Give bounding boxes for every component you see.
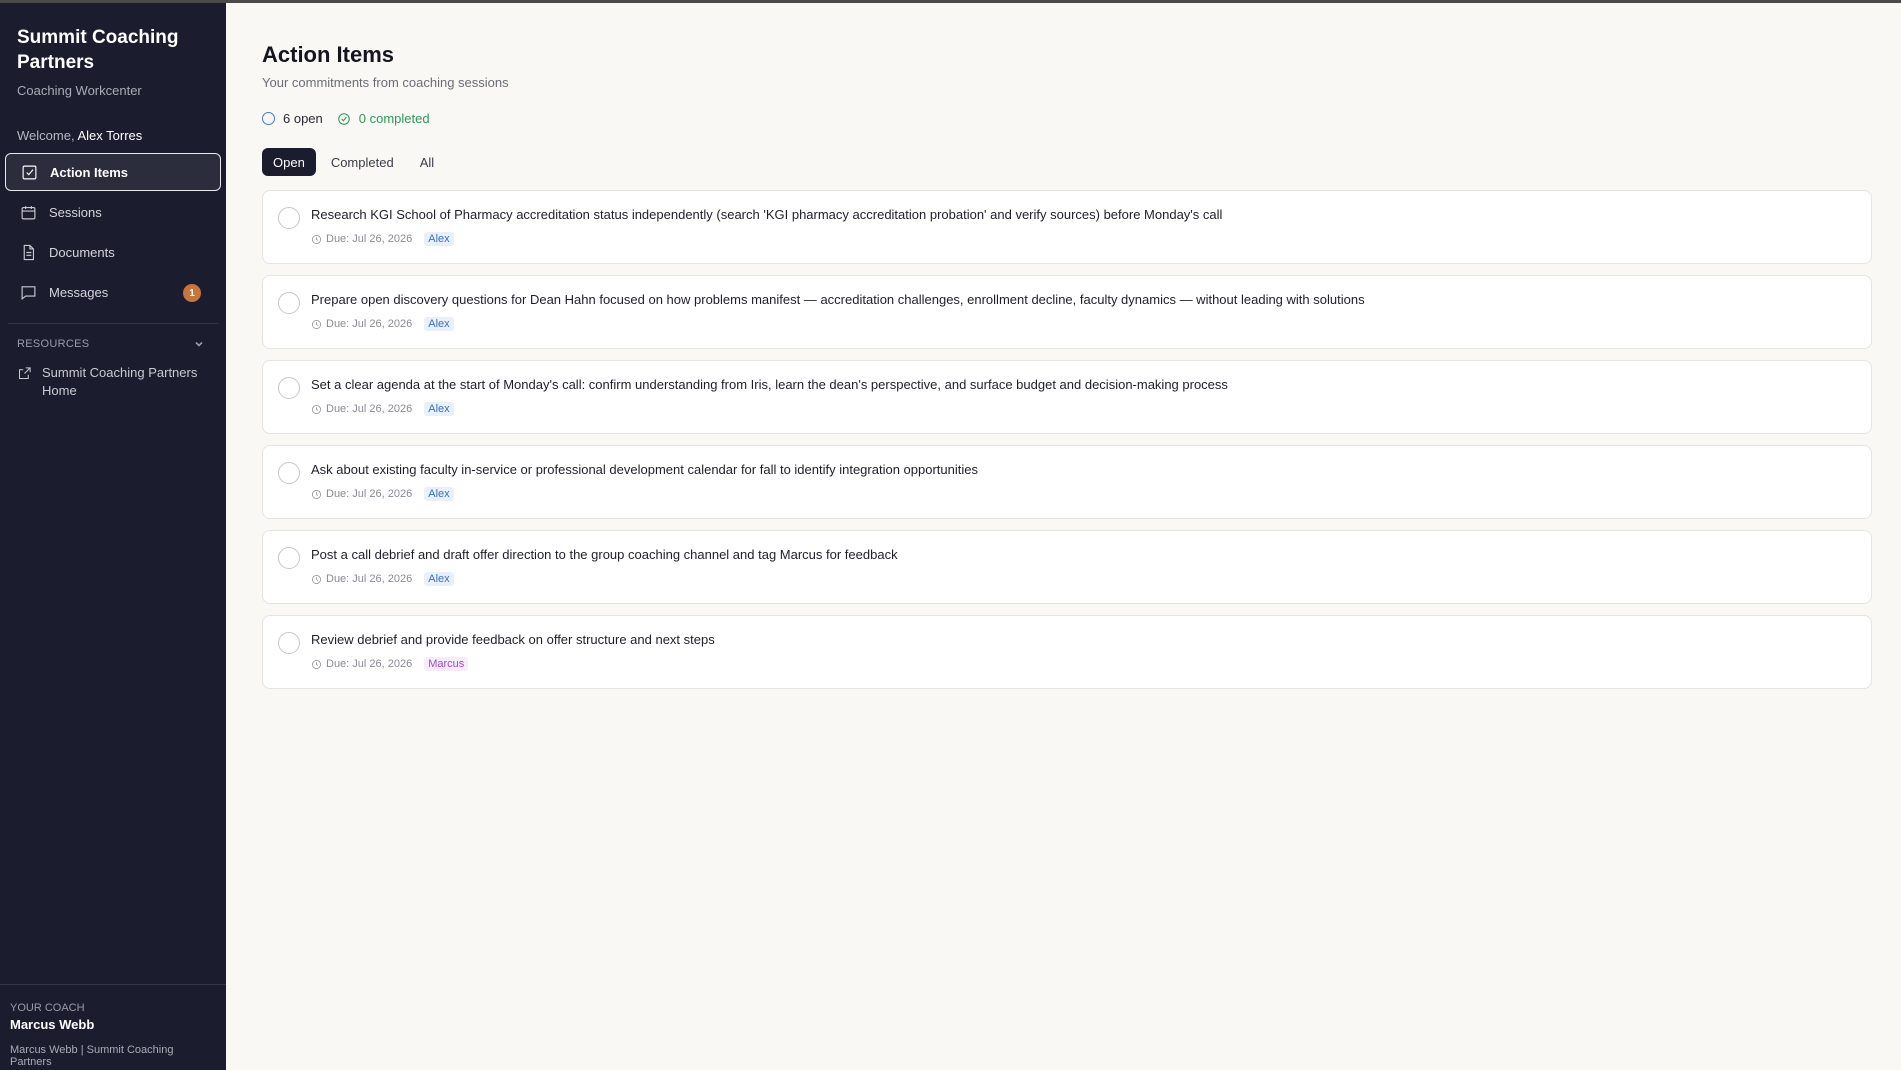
resources-header[interactable]: RESOURCES [0,324,226,350]
complete-checkbox[interactable] [278,632,300,654]
owner-tag: Alex [424,232,454,246]
action-item: Set a clear agenda at the start of Monda… [262,360,1872,434]
clock-icon [312,234,321,244]
due-date: Due: Jul 26, 2026 [326,573,413,585]
owner-tag: Marcus [424,657,469,671]
unread-badge: 1 [183,284,201,302]
brand: Summit Coaching Partners Coaching Workce… [0,3,226,98]
brand-subtitle: Coaching Workcenter [17,83,142,98]
action-item-meta: Due: Jul 26, 2026 Alex [311,402,454,416]
owner-tag: Alex [424,402,454,416]
coach-label: YOUR COACH [10,1002,85,1014]
tab-completed[interactable]: Completed [320,148,405,176]
owner-tag: Alex [424,572,454,586]
action-item-text: Prepare open discovery questions for Dea… [311,292,1365,307]
sidebar-nav: Action Items Sessions Documents Messages… [0,153,226,311]
coach-name: Marcus Webb [10,1017,95,1032]
completed-count: 0 completed [337,111,430,126]
due-date: Due: Jul 26, 2026 [326,403,413,415]
open-circle-icon [262,112,275,125]
sidebar-item-sessions[interactable]: Sessions [5,193,221,231]
window-top-border [0,0,1901,3]
action-item-list: Research KGI School of Pharmacy accredit… [262,190,1872,689]
document-icon [19,243,37,261]
chevron-down-icon [195,341,203,347]
owner-tag: Alex [424,487,454,501]
tab-open[interactable]: Open [262,148,316,176]
action-item-text: Review debrief and provide feedback on o… [311,632,715,647]
completed-count-text: 0 completed [358,111,430,126]
welcome-prefix: Welcome, [17,128,75,143]
action-item-text: Post a call debrief and draft offer dire… [311,547,898,562]
coach-card: YOUR COACH Marcus Webb Marcus Webb | Sum… [0,984,226,1070]
brand-title: Summit Coaching Partners [17,27,179,73]
action-item: Review debrief and provide feedback on o… [262,615,1872,689]
resource-link-home[interactable]: Summit Coaching Partners Home [0,350,226,400]
status-summary: 6 open 0 completed [262,111,1872,126]
complete-checkbox[interactable] [278,207,300,229]
sidebar-item-messages[interactable]: Messages 1 [5,273,221,311]
complete-checkbox[interactable] [278,462,300,484]
resource-link-label: Summit Coaching Partners Home [42,365,198,398]
complete-checkbox[interactable] [278,292,300,314]
check-circle-icon [337,112,350,125]
action-item: Ask about existing faculty in-service or… [262,445,1872,519]
tab-all[interactable]: All [409,148,445,176]
checkbox-icon [20,163,38,181]
action-item-meta: Due: Jul 26, 2026 Alex [311,317,454,331]
sidebar-item-label: Messages [49,284,109,300]
page-title: Action Items [262,42,395,67]
clock-icon [312,319,321,329]
clock-icon [312,404,321,414]
action-item: Research KGI School of Pharmacy accredit… [262,190,1872,264]
external-link-icon [17,364,32,400]
complete-checkbox[interactable] [278,547,300,569]
sidebar-item-label: Sessions [49,204,102,220]
action-item-text: Research KGI School of Pharmacy accredit… [311,207,1223,222]
coach-meta: Marcus Webb | Summit Coaching Partners [10,1044,174,1068]
action-item: Prepare open discovery questions for Dea… [262,275,1872,349]
chat-icon [19,283,37,301]
open-count-text: 6 open [283,111,323,126]
clock-icon [312,574,321,584]
due-date: Due: Jul 26, 2026 [326,658,413,670]
action-item: Post a call debrief and draft offer dire… [262,530,1872,604]
action-item-text: Ask about existing faculty in-service or… [311,462,978,477]
action-item-text: Set a clear agenda at the start of Monda… [311,377,1228,392]
page-subtitle: Your commitments from coaching sessions [262,75,509,90]
welcome-text: Welcome, Alex Torres [0,98,226,143]
sidebar-item-label: Action Items [50,164,129,180]
complete-checkbox[interactable] [278,377,300,399]
user-name: Alex Torres [77,128,143,143]
action-item-meta: Due: Jul 26, 2026 Alex [311,487,454,501]
owner-tag: Alex [424,317,454,331]
filter-tabs: Open Completed All [262,148,1872,176]
clock-icon [312,489,321,499]
action-item-meta: Due: Jul 26, 2026 Alex [311,572,454,586]
calendar-icon [19,203,37,221]
resources-label: RESOURCES [17,338,90,350]
due-date: Due: Jul 26, 2026 [326,318,413,330]
sidebar-item-label: Documents [49,244,115,260]
action-item-meta: Due: Jul 26, 2026 Marcus [311,657,469,671]
due-date: Due: Jul 26, 2026 [326,488,413,500]
clock-icon [312,659,321,669]
sidebar-item-action-items[interactable]: Action Items [5,153,221,191]
sidebar-item-documents[interactable]: Documents [5,233,221,271]
due-date: Due: Jul 26, 2026 [326,233,413,245]
open-count: 6 open [262,111,323,126]
sidebar: Summit Coaching Partners Coaching Workce… [0,3,226,1070]
action-item-meta: Due: Jul 26, 2026 Alex [311,232,454,246]
main-content: Action Items Your commitments from coach… [262,3,1872,700]
